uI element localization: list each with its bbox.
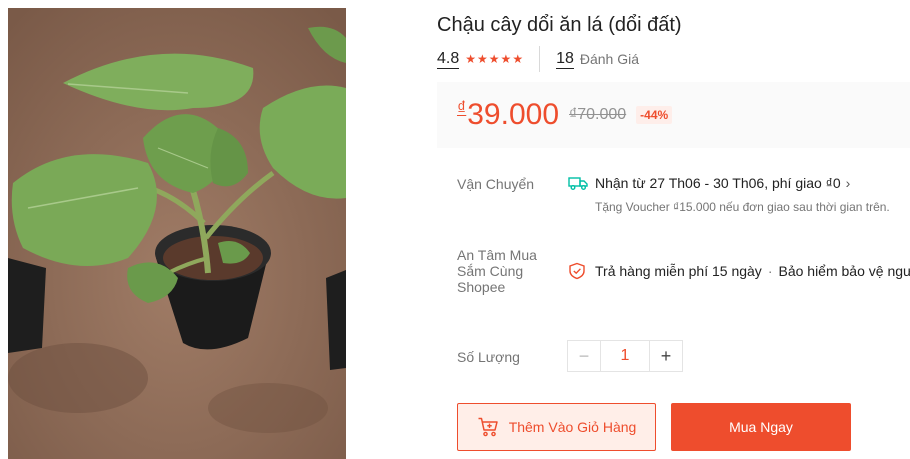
- review-count[interactable]: 18: [556, 50, 574, 69]
- star-icon: ★: [512, 52, 524, 66]
- rating-row: 4.8 ★ ★ ★ ★ ★ 18 Đánh Giá: [437, 46, 640, 72]
- rating-value[interactable]: 4.8: [437, 50, 460, 69]
- rating-stars: ★ ★ ★ ★ ★: [465, 53, 523, 65]
- divider: [539, 46, 541, 72]
- truck-icon: [568, 177, 588, 190]
- shield-check-icon: [569, 262, 585, 280]
- quantity-increase-button[interactable]: +: [650, 341, 682, 371]
- separator-dot: ·: [767, 263, 773, 279]
- price-box: ₫ 39.000 ₫70.000 -44%: [437, 82, 910, 148]
- star-icon: ★: [500, 52, 512, 66]
- cart-add-icon: [478, 417, 498, 437]
- insurance-text: Bảo hiểm bảo vệ người tiêu dùng: [778, 263, 910, 279]
- price-currency: ₫: [457, 98, 467, 118]
- assurance-info[interactable]: Trả hàng miễn phí 15 ngày · Bảo hiểm bảo…: [568, 262, 910, 280]
- quantity-decrease-button[interactable]: −: [568, 341, 600, 371]
- review-label: Đánh Giá: [579, 51, 640, 67]
- star-icon: ★: [465, 52, 477, 66]
- chevron-right-icon[interactable]: ›: [846, 175, 851, 191]
- discount-badge: -44%: [636, 106, 673, 124]
- star-icon: ★: [488, 52, 500, 66]
- shipping-text: Nhận từ 27 Th06 - 30 Th06, phí giao ₫0: [595, 175, 841, 191]
- quantity-input[interactable]: 1: [600, 341, 650, 371]
- shipping-voucher: Tặng Voucher ₫15.000 nếu đơn giao sau th…: [595, 200, 890, 214]
- star-icon: ★: [477, 52, 488, 66]
- add-to-cart-label: Thêm Vào Giỏ Hàng: [508, 419, 637, 435]
- assurance-label: An Tâm Mua Sắm Cùng Shopee: [457, 247, 537, 295]
- shipping-label: Vận Chuyển: [457, 176, 535, 192]
- free-return-text: Trả hàng miễn phí 15 ngày: [595, 263, 762, 279]
- product-title: Chậu cây dổi ăn lá (dổi đất): [437, 14, 682, 36]
- plant-photo-illustration: [8, 8, 346, 459]
- quantity-stepper: − 1 +: [567, 340, 683, 372]
- quantity-label: Số Lượng: [457, 349, 520, 365]
- product-image[interactable]: [8, 8, 346, 459]
- shipping-info[interactable]: Nhận từ 27 Th06 - 30 Th06, phí giao ₫0 ›: [568, 175, 850, 191]
- current-price: 39.000: [467, 98, 560, 131]
- buy-now-button[interactable]: Mua Ngay: [671, 403, 851, 451]
- original-price: ₫70.000: [569, 106, 627, 123]
- add-to-cart-button[interactable]: Thêm Vào Giỏ Hàng: [457, 403, 656, 451]
